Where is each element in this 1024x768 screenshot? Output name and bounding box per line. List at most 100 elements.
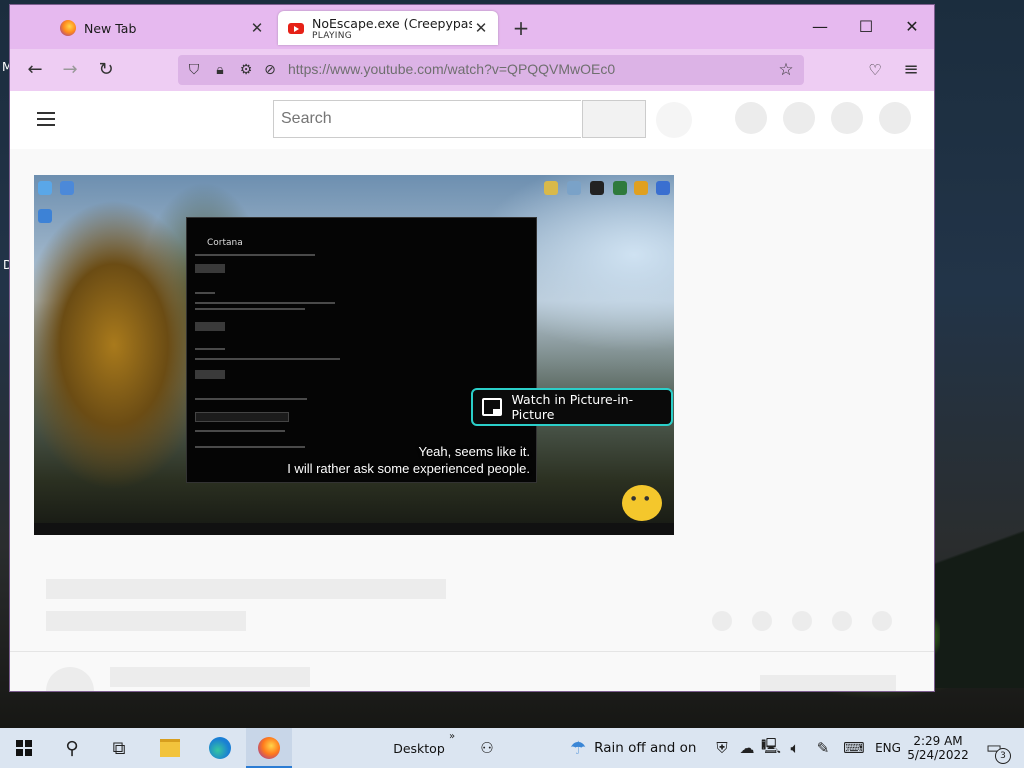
firefox-taskbar-icon[interactable] — [246, 728, 292, 768]
video-desktop-icon — [634, 181, 648, 195]
desktop-toolbar[interactable]: Desktop — [390, 728, 448, 768]
picture-in-picture-button[interactable]: Watch in Picture-in-Picture — [471, 388, 673, 426]
desktop-toolbar-label: Desktop — [393, 740, 445, 756]
volume-icon[interactable]: 🔈︎ — [784, 728, 806, 768]
language-label: ENG — [875, 741, 901, 755]
edge-icon[interactable] — [200, 728, 240, 768]
close-tab-icon[interactable]: ✕ — [472, 19, 490, 37]
tab-text: NoEscape.exe (Creepypasta) - Y PLAYING — [312, 16, 472, 41]
youtube-favicon-icon — [288, 22, 304, 34]
header-icon-placeholder — [783, 102, 815, 134]
notification-count-badge: 3 — [995, 748, 1011, 764]
back-icon[interactable]: ← — [22, 57, 48, 83]
video-text-line — [195, 254, 315, 256]
tab-youtube-video[interactable]: NoEscape.exe (Creepypasta) - Y PLAYING ✕ — [278, 11, 498, 45]
search-button[interactable] — [582, 100, 646, 138]
divider — [10, 651, 934, 652]
video-text-line — [195, 348, 225, 350]
task-view-icon[interactable]: ⧉ — [101, 728, 137, 768]
windows-logo-icon — [16, 740, 32, 756]
youtube-header — [10, 91, 934, 149]
video-desktop-icon — [60, 181, 74, 195]
header-icon-placeholder — [735, 102, 767, 134]
onedrive-offline-icon[interactable]: ☁ — [736, 728, 758, 768]
avatar-placeholder — [879, 102, 911, 134]
tab-playing-label: PLAYING — [312, 30, 353, 41]
forward-icon[interactable]: → — [57, 57, 83, 83]
action-placeholder — [792, 611, 812, 631]
pocket-icon[interactable]: ♡ — [862, 57, 888, 83]
video-inner-title: Cortana — [207, 238, 243, 248]
network-icon[interactable]: 🖳︎ — [760, 728, 782, 768]
video-inner-button — [195, 264, 225, 273]
video-desktop-icon — [38, 181, 52, 195]
browser-window: New Tab ✕ NoEscape.exe (Creepypasta) - Y… — [9, 4, 935, 692]
video-inner-taskbar — [34, 523, 674, 535]
notifications-icon[interactable]: ▭ 3 — [978, 728, 1011, 768]
clock-time: 2:29 AM — [913, 734, 963, 748]
autoplay-blocked-icon[interactable]: ⊘ — [260, 59, 280, 81]
video-text-line — [195, 412, 289, 422]
guide-menu-icon[interactable] — [37, 112, 55, 126]
tab-new-tab[interactable]: New Tab ✕ — [50, 11, 274, 45]
language-indicator[interactable]: ENG — [872, 728, 904, 768]
start-button[interactable] — [6, 728, 42, 768]
youtube-page: Cortana Yeah, seems like it. I will rath… — [10, 91, 934, 691]
video-player[interactable]: Cortana Yeah, seems like it. I will rath… — [34, 175, 674, 535]
weather-widget[interactable]: ☂ Rain off and on — [570, 728, 706, 768]
new-tab-button[interactable]: + — [510, 17, 532, 39]
voice-search-placeholder — [656, 102, 692, 138]
bookmark-star-icon[interactable]: ☆ — [776, 59, 796, 81]
video-inner-button — [195, 322, 225, 331]
people-icon[interactable]: ⚇ — [474, 728, 500, 768]
windows-taskbar: ⚲ ⧉ Desktop » ⚇ ☂ Rain off and on ⛨ ☁ 🖳︎… — [0, 728, 1024, 768]
minimize-button[interactable]: — — [803, 15, 837, 39]
clock[interactable]: 2:29 AM 5/24/2022 — [906, 728, 970, 768]
video-subtitle-line-1: Yeah, seems like it. — [418, 444, 530, 459]
video-text-line — [195, 430, 285, 432]
pen-icon[interactable]: ✎ — [812, 728, 834, 768]
file-explorer-icon[interactable] — [152, 728, 188, 768]
action-placeholder — [712, 611, 732, 631]
tab-text: New Tab — [84, 21, 248, 36]
search-input[interactable] — [273, 100, 581, 138]
clock-date: 5/24/2022 — [907, 748, 969, 762]
rain-icon: ☂ — [570, 737, 587, 759]
weather-text: Rain off and on — [594, 740, 697, 756]
search-icon[interactable]: ⚲ — [54, 728, 90, 768]
close-window-button[interactable]: ✕ — [895, 15, 929, 39]
emoji-sticker-icon — [622, 485, 662, 521]
video-text-line — [195, 302, 335, 304]
close-tab-icon[interactable]: ✕ — [248, 19, 266, 37]
channel-avatar-placeholder — [46, 667, 94, 691]
video-desktop-icon — [590, 181, 604, 195]
action-placeholder — [752, 611, 772, 631]
video-text-line — [195, 358, 340, 360]
header-icon-placeholder — [831, 102, 863, 134]
permissions-icon[interactable]: ⚙ — [236, 59, 256, 81]
video-desktop-icon — [567, 181, 581, 195]
maximize-button[interactable]: ☐ — [849, 15, 883, 39]
subscribe-placeholder — [760, 675, 896, 691]
tab-title: NoEscape.exe (Creepypasta) - Y — [312, 15, 472, 31]
video-text-line — [195, 398, 307, 400]
title-placeholder — [46, 579, 446, 599]
reload-icon[interactable]: ↻ — [93, 57, 119, 83]
touch-keyboard-icon[interactable]: ⌨ — [840, 728, 868, 768]
security-shield-icon[interactable]: ⛨ — [712, 728, 732, 768]
shield-icon[interactable]: ⛉ — [184, 59, 204, 81]
picture-in-picture-icon — [482, 398, 502, 416]
video-desktop-icon — [613, 181, 627, 195]
url-bar[interactable]: ⛉ 🔒︎ ⚙ ⊘ https://www.youtube.com/watch?v… — [178, 55, 804, 85]
menu-icon[interactable]: ≡ — [898, 57, 924, 83]
toolbar-chevron-icon[interactable]: » — [446, 728, 458, 744]
video-inner-button — [195, 370, 225, 379]
tab-strip: New Tab ✕ NoEscape.exe (Creepypasta) - Y… — [10, 5, 934, 49]
video-text-line — [195, 292, 215, 294]
url-text[interactable]: https://www.youtube.com/watch?v=QPQQVMwO… — [288, 61, 615, 77]
channel-name-placeholder — [110, 667, 310, 687]
video-desktop-icon — [38, 209, 52, 223]
pip-label: Watch in Picture-in-Picture — [511, 392, 634, 422]
video-subtitle-line-2: I will rather ask some experienced peopl… — [287, 461, 530, 476]
lock-icon[interactable]: 🔒︎ — [210, 59, 230, 81]
